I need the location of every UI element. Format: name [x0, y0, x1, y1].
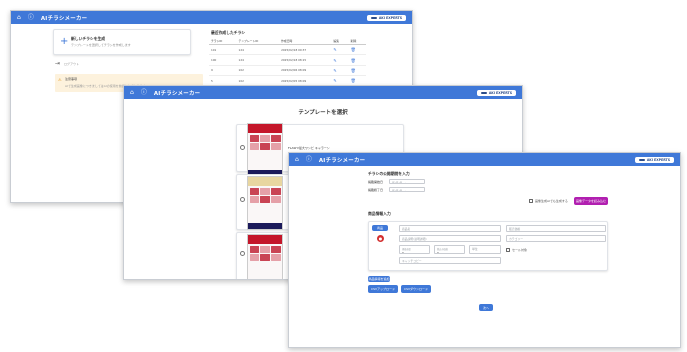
edit-icon[interactable]: ✎ [333, 68, 336, 73]
sale-checkbox[interactable] [506, 248, 510, 252]
start-label: 掲載開始日 [368, 180, 384, 184]
screenshot-stage: ⌂ ⓘ AIチラシメーカー AKI EXPERTS + 新しいチラシを生成 テン… [0, 0, 687, 352]
app-title: AIチラシメーカー [153, 90, 201, 97]
notice-title: 注意事項 [65, 77, 78, 81]
recent-table: チラシID テンプレートID 作成日時 編集 削除 101 124 2025/0… [209, 38, 366, 87]
unit-input[interactable]: 単位 [469, 245, 501, 254]
tax-price-input[interactable]: 税込み価格 0 [434, 245, 465, 254]
template-radio[interactable] [240, 251, 245, 256]
new-flyer-card[interactable]: + 新しいチラシを生成 テンプレートを選択してチラシを作成します [53, 29, 191, 55]
trash-icon[interactable]: 🗑 [351, 47, 356, 52]
app-bar: ⌂ ⓘ AIチラシメーカー AKI EXPERTS [124, 86, 522, 99]
warning-icon: ⚠ [58, 77, 62, 82]
edit-icon[interactable]: ✎ [333, 78, 336, 83]
app-title: AIチラシメーカー [40, 15, 88, 22]
trash-icon[interactable]: 🗑 [351, 68, 356, 73]
trash-icon[interactable]: 🗑 [351, 58, 356, 63]
logout-row[interactable]: ⇥ ログアウト [55, 60, 79, 67]
template-thumbnail [247, 176, 283, 230]
tab-product[interactable]: 商品 [372, 225, 388, 231]
period-section-title: チラシの公開期間を入力 [368, 171, 410, 176]
template-label: FLASH!最大ワンピ キャラーン [288, 146, 330, 150]
help-icon[interactable]: ⓘ [306, 156, 312, 163]
add-product-button[interactable]: 商品情報を追加 [368, 276, 390, 282]
flyer-form-window: ⌂ ⓘ AIチラシメーカー AKI EXPERTS チラシの公開期間を入力 掲載… [288, 152, 681, 348]
page-title: テンプレートを選択 [298, 110, 348, 116]
edit-icon[interactable]: ✎ [333, 58, 336, 63]
logout-label: ログアウト [64, 61, 80, 66]
price-input[interactable]: 販売価格 [506, 225, 606, 232]
template-thumbnail [247, 234, 283, 279]
recent-title: 最近作成したチラシ [211, 30, 246, 35]
catchcopy-input[interactable]: キャッチコピー [399, 257, 501, 264]
edit-icon[interactable]: ✎ [333, 47, 336, 52]
template-radio[interactable] [240, 197, 245, 202]
plus-icon: + [60, 36, 69, 47]
product-section-title: 商品情報入力 [368, 211, 391, 216]
next-button[interactable]: 次へ [479, 304, 493, 311]
app-title: AIチラシメーカー [318, 157, 366, 164]
help-icon[interactable]: ⓘ [28, 14, 34, 21]
sale-label: セール対象 [512, 248, 528, 252]
load-image-button[interactable]: 画像データを読み込む [574, 197, 608, 205]
logout-icon: ⇥ [55, 60, 61, 67]
product-name-input[interactable]: 商品名 [399, 225, 501, 232]
table-row: 100 124 2025/02/18 08:15 ✎ 🗑 [209, 54, 366, 66]
template-radio[interactable] [240, 145, 245, 150]
home-icon[interactable]: ⌂ [17, 14, 21, 21]
product-card: 商品 ● 商品名 販売価格 商品説明(説明詳細) カテゴリー 規格容量 0 税込み… [368, 221, 608, 271]
ai-generate-checkbox[interactable] [529, 199, 533, 203]
new-flyer-subtitle: テンプレートを選択してチラシを作成します [71, 43, 131, 47]
csv-download-button[interactable]: CSVダウンロード [401, 285, 431, 293]
company-logo: AKI EXPERTS [476, 89, 516, 96]
category-input[interactable]: カテゴリー [506, 235, 606, 242]
home-icon[interactable]: ⌂ [295, 156, 299, 163]
product-image-badge[interactable]: ● [377, 235, 384, 242]
table-row: 101 124 2025/02/18 09:37 ✎ 🗑 [209, 44, 366, 56]
home-icon[interactable]: ⌂ [130, 89, 134, 96]
description-input[interactable]: 商品説明(説明詳細) [399, 235, 501, 242]
template-thumbnail [247, 123, 283, 177]
ai-generate-label: 画像生成AIでも生成する [535, 199, 568, 203]
capacity-input[interactable]: 規格容量 0 [399, 245, 430, 254]
help-icon[interactable]: ⓘ [141, 89, 147, 96]
trash-icon[interactable]: 🗑 [351, 78, 356, 83]
app-bar: ⌂ ⓘ AIチラシメーカー AKI EXPERTS [289, 153, 680, 166]
end-label: 掲載終了日 [368, 188, 384, 192]
start-date-input[interactable]: 年/月/日 --:-- [389, 179, 425, 184]
company-logo: AKI EXPERTS [366, 14, 406, 21]
csv-upload-button[interactable]: CSVアップロード [368, 285, 398, 293]
new-flyer-title: 新しいチラシを生成 [71, 36, 106, 41]
company-logo: AKI EXPERTS [634, 156, 674, 163]
end-date-input[interactable]: 年/月/日 --:-- [389, 187, 425, 192]
app-bar: ⌂ ⓘ AIチラシメーカー AKI EXPERTS [11, 11, 412, 24]
table-row: 9 102 2025/02/06 08:09 ✎ 🗑 [209, 65, 366, 77]
